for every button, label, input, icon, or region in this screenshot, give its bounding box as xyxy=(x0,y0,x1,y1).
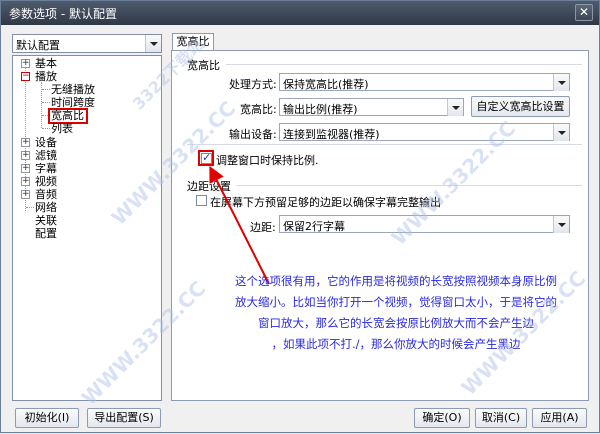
tree-item-subtitle[interactable]: 字幕 xyxy=(35,162,57,175)
expand-icon[interactable]: + xyxy=(21,151,30,160)
group-title-margin: 边距设置 xyxy=(187,180,231,193)
expand-icon[interactable]: + xyxy=(21,59,30,68)
tree-item-seamless[interactable]: 无缝播放 xyxy=(51,83,95,96)
annotation-line: 这个选项很有用，它的作用是将视频的长宽按照视频本身原比例 xyxy=(235,274,557,288)
tree-item-video[interactable]: 视频 xyxy=(35,175,57,188)
group-separator xyxy=(237,185,582,186)
ratio-label: 宽高比: xyxy=(240,103,277,116)
margin-select-value: 保留2行字幕 xyxy=(283,220,345,233)
title-bar: 参数选项 - 默认配置 ✕ xyxy=(1,1,599,25)
group-separator xyxy=(226,64,582,65)
annotation-text: 这个选项很有用，它的作用是将视频的长宽按照视频本身原比例 放大缩小。比如当你打开… xyxy=(215,271,577,355)
chevron-down-icon xyxy=(145,35,161,52)
method-select[interactable]: 保持宽高比(推荐) xyxy=(279,73,570,91)
chevron-down-icon xyxy=(553,216,569,233)
tree-item-device[interactable]: 设备 xyxy=(35,136,57,149)
chevron-down-icon xyxy=(553,124,569,141)
chevron-down-icon xyxy=(447,99,463,116)
tree-connector xyxy=(42,128,50,129)
close-icon: ✕ xyxy=(578,5,590,19)
method-select-value: 保持宽高比(推荐) xyxy=(283,78,369,91)
tree-connector xyxy=(26,207,34,208)
custom-aspect-button[interactable]: 自定义宽高比设置 xyxy=(471,96,570,117)
tree-item-config[interactable]: 配置 xyxy=(35,227,57,240)
window-title: 参数选项 - 默认配置 xyxy=(9,7,117,21)
ok-button[interactable]: 确定(O) xyxy=(414,408,470,428)
init-button[interactable]: 初始化(I) xyxy=(15,408,79,428)
reserve-margin-label: 在屏幕下方预留足够的边距以确保字幕完整输出 xyxy=(210,196,441,209)
profile-select[interactable]: 默认配置 xyxy=(12,34,162,53)
tree-connector xyxy=(42,89,50,90)
expand-icon[interactable]: + xyxy=(21,177,30,186)
apply-button[interactable]: 应用(A) xyxy=(532,408,587,428)
group-separator xyxy=(187,144,582,145)
expand-icon[interactable]: + xyxy=(21,138,30,147)
close-button[interactable]: ✕ xyxy=(575,4,593,21)
tree-item-playback[interactable]: 播放 xyxy=(35,70,57,83)
tree-item-audio[interactable]: 音频 xyxy=(35,188,57,201)
tree-item-basic[interactable]: 基本 xyxy=(35,57,57,70)
chevron-down-icon xyxy=(553,74,569,91)
annotation-line: 窗口放大，那么它的长宽会按原比例放大而不会产生边 xyxy=(258,316,534,330)
margin-label: 边距: xyxy=(250,221,276,234)
device-label: 输出设备: xyxy=(229,128,277,141)
cancel-button[interactable]: 取消(C) xyxy=(475,408,527,428)
ratio-select-value: 输出比例(推荐) xyxy=(283,103,358,116)
ratio-select[interactable]: 输出比例(推荐) xyxy=(279,98,464,116)
group-title-aspect: 宽高比 xyxy=(187,59,220,72)
margin-select[interactable]: 保留2行字幕 xyxy=(279,215,570,233)
tree-item-filter[interactable]: 滤镜 xyxy=(35,149,57,162)
keep-ratio-checkbox[interactable] xyxy=(201,151,212,164)
tree-item-aspect-ratio[interactable]: 宽高比 xyxy=(51,109,84,122)
device-select[interactable]: 连接到监视器(推荐) xyxy=(279,123,570,141)
tree-connector xyxy=(42,102,50,103)
reserve-margin-checkbox[interactable] xyxy=(196,195,207,206)
expand-icon[interactable]: + xyxy=(21,190,30,199)
preferences-window: 参数选项 - 默认配置 ✕ 默认配置 + 基本 − 播放 无缝播放 时间跨度 宽… xyxy=(0,0,600,433)
annotation-line: 放大缩小。比如当你打开一个视频，觉得窗口太小，于是将它的 xyxy=(235,295,557,309)
tab-aspect-ratio[interactable]: 宽高比 xyxy=(172,33,214,51)
method-label: 处理方式: xyxy=(229,78,277,91)
tree-connector xyxy=(42,115,48,116)
tree-item-association[interactable]: 关联 xyxy=(35,214,57,227)
tree-item-network[interactable]: 网络 xyxy=(35,201,57,214)
device-select-value: 连接到监视器(推荐) xyxy=(283,128,380,141)
collapse-icon[interactable]: − xyxy=(21,72,30,81)
export-button[interactable]: 导出配置(S) xyxy=(87,408,161,428)
settings-tree: + 基本 − 播放 无缝播放 时间跨度 宽高比 列表 + 设备 + 滤镜 + 字… xyxy=(12,55,162,401)
expand-icon[interactable]: + xyxy=(21,164,30,173)
profile-select-value: 默认配置 xyxy=(16,39,60,52)
keep-ratio-label: 调整窗口时保持比例. xyxy=(216,154,319,167)
tree-item-playlist[interactable]: 列表 xyxy=(51,122,73,135)
annotation-line: ，如果此项不打./，那么你放大的时候会产生黑边 xyxy=(271,337,521,351)
